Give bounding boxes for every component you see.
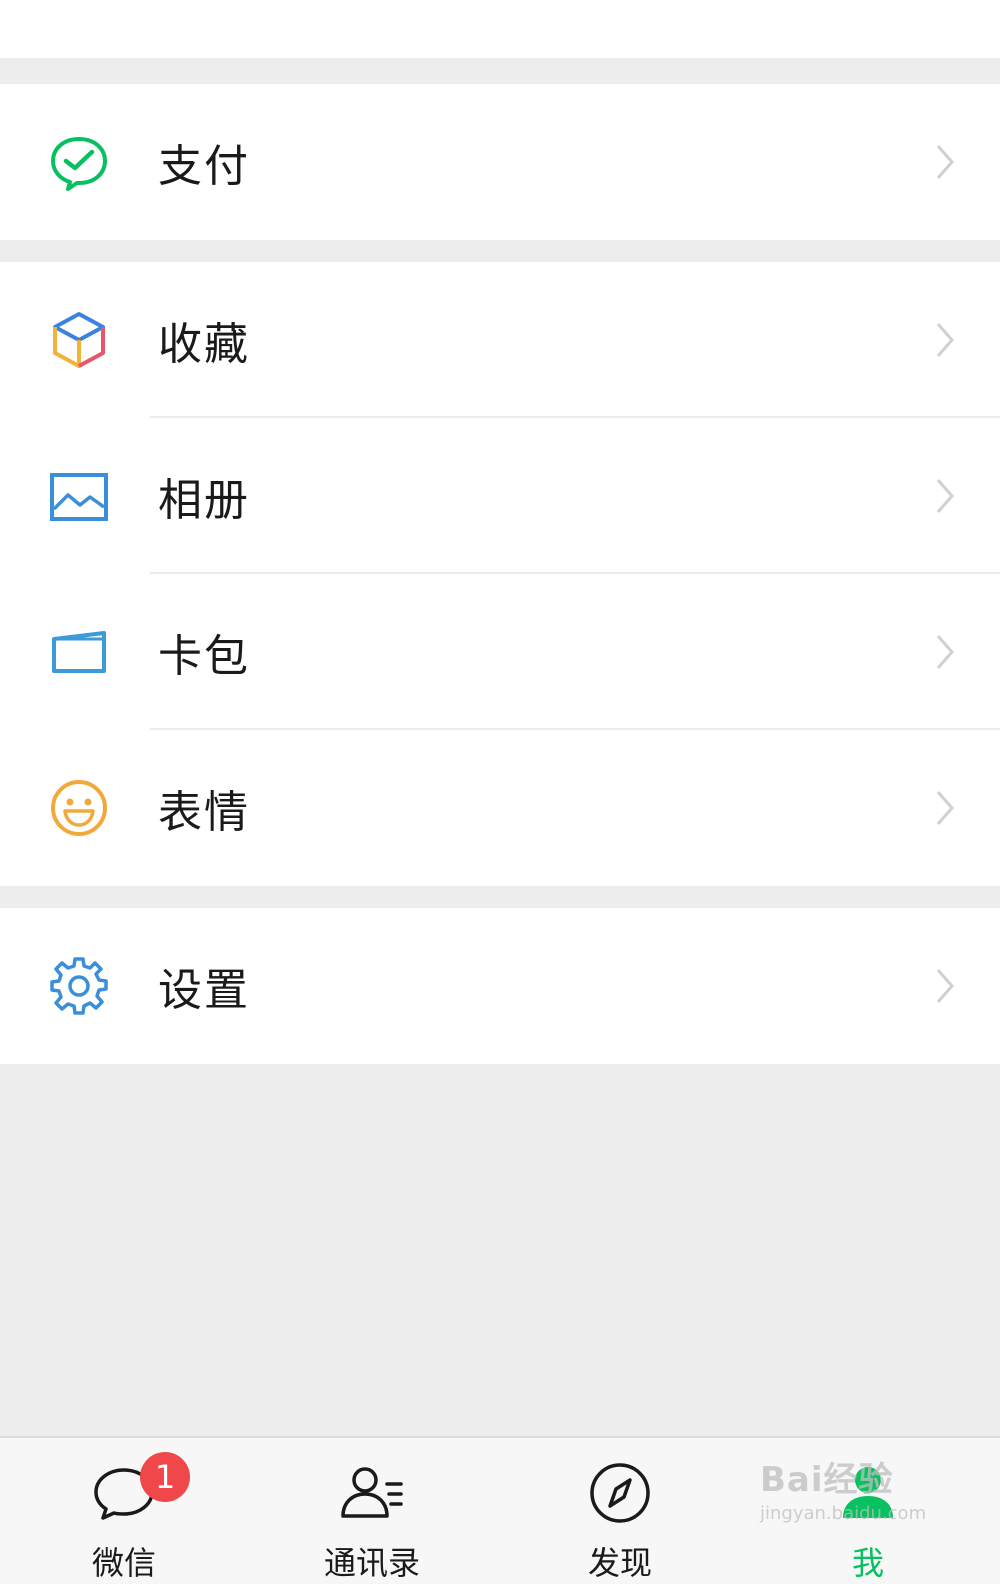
chevron-right-icon (930, 964, 960, 1008)
tab-chats[interactable]: 1 微信 (44, 1438, 204, 1584)
contacts-icon (337, 1458, 407, 1528)
menu-item-favorites[interactable]: 收藏 (0, 262, 1000, 418)
chevron-right-icon (930, 318, 960, 362)
card-icon (48, 621, 110, 683)
menu-item-album[interactable]: 相册 (0, 418, 1000, 574)
tab-label: 通讯录 (323, 1544, 420, 1582)
menu-item-pay[interactable]: 支付 (0, 84, 1000, 240)
menu-item-label: 设置 (158, 965, 250, 1016)
section-settings: 设置 (0, 908, 1000, 1064)
wechat-pay-icon (48, 131, 110, 193)
section-pay: 支付 (0, 84, 1000, 240)
menu-item-stickers[interactable]: 表情 (0, 730, 1000, 886)
tab-label: 微信 (91, 1544, 156, 1582)
menu-item-label: 支付 (158, 141, 250, 192)
menu-item-label: 表情 (158, 787, 250, 838)
compass-icon (585, 1458, 655, 1528)
chevron-right-icon (930, 140, 960, 184)
section-tools: 收藏 相册 卡包 表情 (0, 262, 1000, 886)
menu-item-label: 卡包 (158, 631, 250, 682)
image-icon (48, 465, 110, 527)
tab-label: 发现 (587, 1544, 652, 1582)
menu-item-settings[interactable]: 设置 (0, 908, 1000, 1064)
watermark-main: Bai经验 (760, 1460, 894, 1500)
menu-item-label: 收藏 (158, 319, 250, 370)
chevron-right-icon (930, 474, 960, 518)
smiley-icon (48, 777, 110, 839)
menu-item-label: 相册 (158, 475, 250, 526)
tab-contacts[interactable]: 通讯录 (292, 1438, 452, 1584)
menu-item-wallet[interactable]: 卡包 (0, 574, 1000, 730)
gear-icon (48, 955, 110, 1017)
tab-discover[interactable]: 发现 (540, 1438, 700, 1584)
baidu-jingyan-watermark: Bai经验 jingyan.baidu.com (760, 1452, 926, 1524)
cube-icon (48, 309, 110, 371)
watermark-sub: jingyan.baidu.com (760, 1503, 927, 1524)
chevron-right-icon (930, 630, 960, 674)
tab-label: 我 (851, 1544, 884, 1582)
profile-header-remnant (0, 0, 1000, 58)
unread-badge: 1 (140, 1452, 190, 1502)
chevron-right-icon (930, 786, 960, 830)
